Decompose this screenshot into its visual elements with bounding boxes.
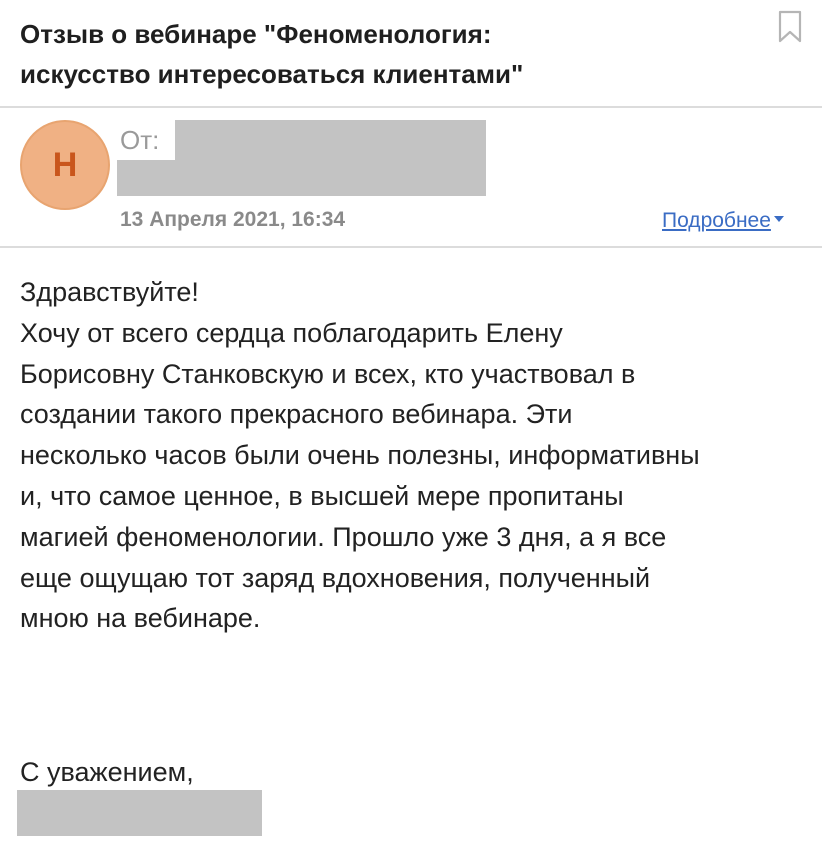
details-link[interactable]: Подробнее [662, 207, 784, 235]
avatar-letter: Н [52, 145, 78, 184]
sender-avatar[interactable]: Н [20, 120, 110, 210]
bookmark-icon[interactable] [777, 10, 803, 44]
email-signoff: С уважением, [20, 757, 194, 787]
caret-down-icon [773, 216, 784, 223]
sender-name-redacted [175, 120, 486, 160]
signature-name-redacted [17, 790, 262, 836]
email-body: Здравствуйте! Хочу от всего сердца побла… [20, 277, 700, 634]
from-label: От: [120, 125, 160, 155]
email-date: 13 Апреля 2021, 16:34 [120, 208, 346, 231]
meta-divider [0, 246, 822, 248]
details-link-label: Подробнее [662, 209, 771, 232]
email-subject: Отзыв о вебинаре "Феноменология: искусст… [20, 19, 524, 89]
sender-address-redacted [117, 160, 486, 196]
header-divider [0, 106, 822, 108]
